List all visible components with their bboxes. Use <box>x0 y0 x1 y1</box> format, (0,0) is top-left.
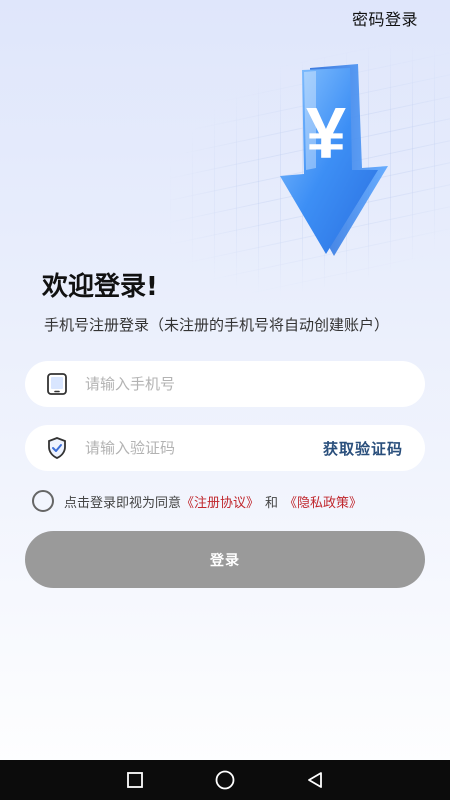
register-agreement-link[interactable]: 《注册协议》 <box>181 492 259 511</box>
privacy-policy-link[interactable]: 《隐私政策》 <box>284 492 362 511</box>
password-login-link[interactable]: 密码登录 <box>352 6 418 30</box>
get-code-button[interactable]: 获取验证码 <box>323 438 403 459</box>
system-navigation-bar <box>0 760 450 800</box>
shield-check-icon <box>45 436 69 460</box>
phone-field <box>25 361 425 407</box>
verification-code-input[interactable] <box>85 439 323 457</box>
code-field: 获取验证码 <box>25 425 425 471</box>
yuan-down-arrow-illustration: ¥ <box>270 58 400 268</box>
login-button[interactable]: 登录 <box>25 531 425 588</box>
page-subtitle: 手机号注册登录（未注册的手机号将自动创建账户） <box>44 316 390 334</box>
back-triangle-icon <box>308 772 322 788</box>
agreement-and: 和 <box>265 495 279 511</box>
square-icon <box>127 772 143 788</box>
agreement-row: 点击登录即视为同意 《注册协议》 和 《隐私政策》 <box>32 490 362 512</box>
back-button[interactable] <box>302 767 328 793</box>
home-button[interactable] <box>212 767 238 793</box>
yuan-symbol: ¥ <box>306 94 346 174</box>
agreement-prefix: 点击登录即视为同意 <box>64 495 182 511</box>
agreement-radio[interactable] <box>32 490 54 512</box>
page-title: 欢迎登录! <box>42 272 158 302</box>
circle-icon <box>215 770 235 790</box>
tablet-icon <box>45 372 69 396</box>
phone-input[interactable] <box>85 375 425 393</box>
recents-button[interactable] <box>122 767 148 793</box>
